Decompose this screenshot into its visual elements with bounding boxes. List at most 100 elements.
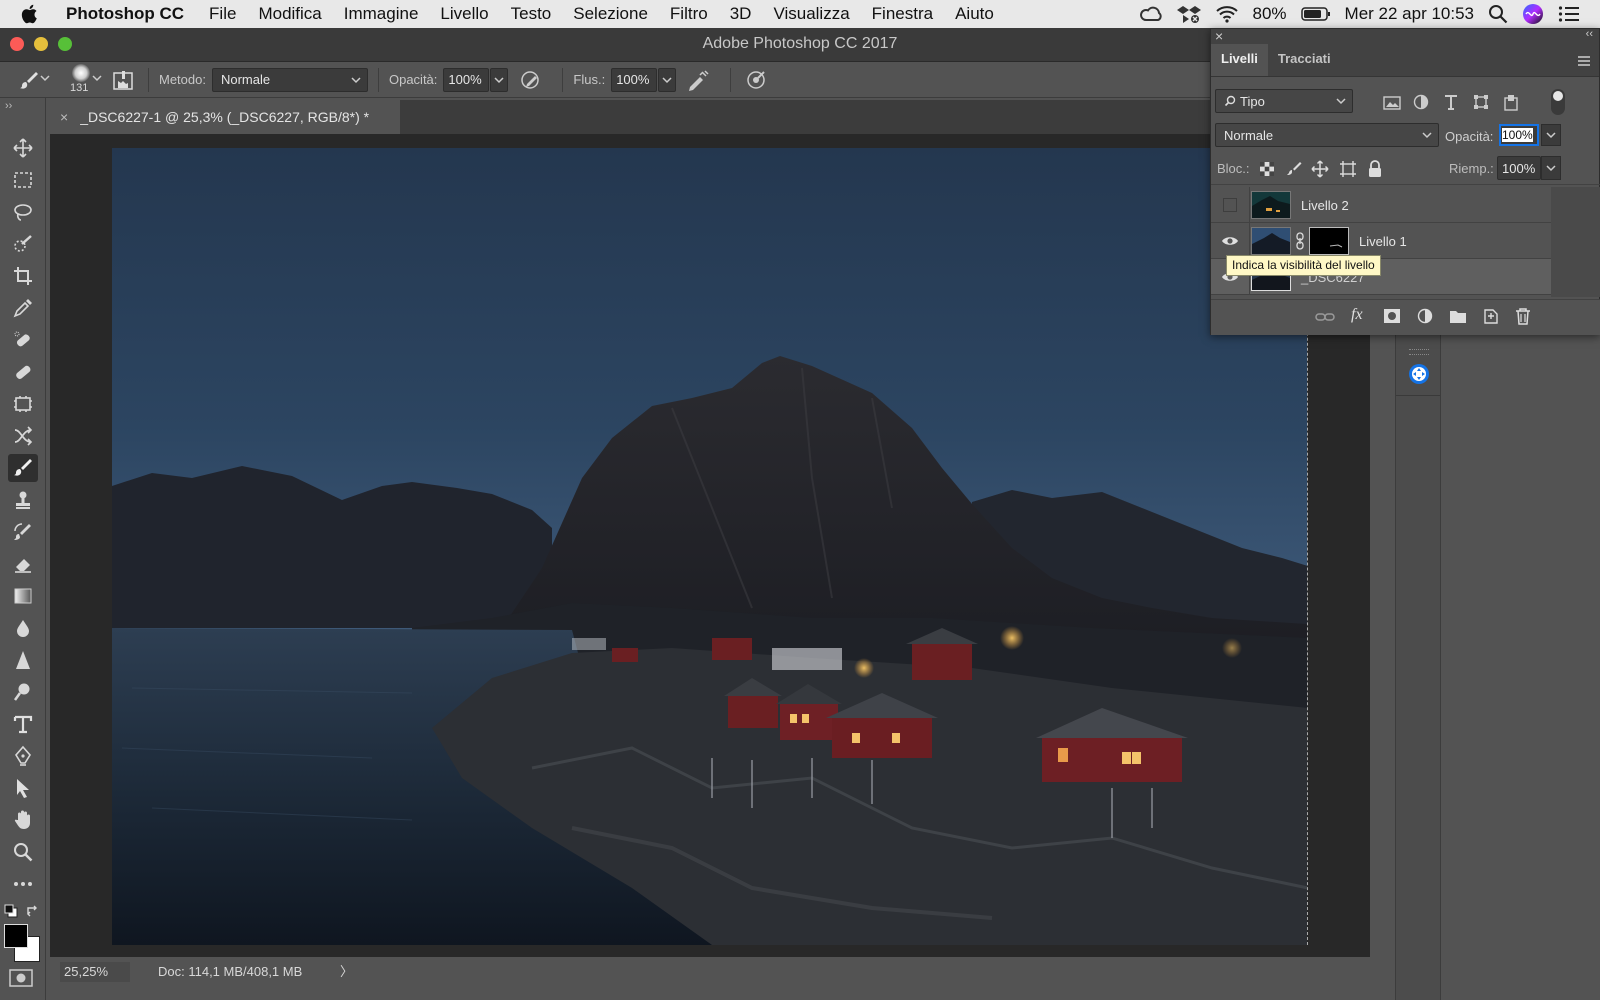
layer-mask-thumbnail[interactable] — [1309, 227, 1349, 255]
visibility-toggle-off[interactable] — [1223, 198, 1237, 212]
document-image[interactable] — [112, 148, 1308, 945]
battery-icon[interactable] — [1300, 6, 1331, 22]
menu-file[interactable]: File — [198, 4, 247, 24]
clock[interactable]: Mer 22 apr 10:53 — [1345, 4, 1474, 24]
status-menu-arrow[interactable]: 〉 — [340, 962, 353, 982]
menu-modifica[interactable]: Modifica — [247, 4, 332, 24]
zoom-level-field[interactable]: 25,25% — [60, 962, 130, 982]
path-selection-tool[interactable] — [8, 774, 38, 802]
lock-pixels-brush-icon[interactable] — [1285, 160, 1303, 178]
opacity-slider-toggle[interactable] — [490, 67, 509, 92]
add-mask-icon[interactable] — [1383, 308, 1401, 324]
new-layer-icon[interactable] — [1483, 308, 1499, 324]
dropbox-icon[interactable] — [1176, 4, 1201, 24]
clone-stamp-tool[interactable] — [8, 486, 38, 514]
layer-opacity-input[interactable]: 100% — [1499, 124, 1539, 146]
menu-finestra[interactable]: Finestra — [861, 4, 944, 24]
menu-testo[interactable]: Testo — [500, 4, 563, 24]
fx-icon[interactable]: fx — [1351, 306, 1363, 324]
default-colors-icon[interactable] — [4, 904, 18, 918]
menu-visualizza[interactable]: Visualizza — [762, 4, 860, 24]
type-tool[interactable] — [8, 710, 38, 738]
menu-immagine[interactable]: Immagine — [333, 4, 430, 24]
sharpen-tool[interactable] — [8, 646, 38, 674]
close-document-icon[interactable]: × — [60, 109, 68, 125]
canvas-area[interactable] — [50, 134, 1370, 957]
tab-livelli[interactable]: Livelli — [1211, 44, 1268, 76]
app-menu[interactable]: Photoshop CC — [58, 4, 198, 24]
layer-name[interactable]: Livello 1 — [1359, 234, 1407, 249]
lock-all-icon[interactable] — [1367, 160, 1383, 178]
lock-transparency-icon[interactable] — [1259, 161, 1275, 177]
history-brush-tool[interactable] — [8, 518, 38, 546]
lock-artboard-icon[interactable] — [1339, 160, 1357, 178]
blur-tool[interactable] — [8, 614, 38, 642]
pen-tool[interactable] — [8, 742, 38, 770]
fill-input[interactable]: 100% — [1497, 156, 1541, 180]
lock-position-icon[interactable] — [1311, 160, 1329, 178]
filter-type-icon[interactable] — [1443, 93, 1459, 111]
layer-row[interactable]: Livello 2 — [1211, 187, 1551, 223]
spot-healing-tool[interactable] — [8, 326, 38, 354]
trash-icon[interactable] — [1515, 307, 1531, 325]
apple-icon[interactable] — [0, 4, 58, 24]
blend-mode-dropdown[interactable]: Normale — [211, 67, 368, 92]
pressure-opacity-button[interactable] — [508, 69, 552, 91]
fill-slider-toggle[interactable] — [1541, 156, 1561, 180]
menu-selezione[interactable]: Selezione — [562, 4, 659, 24]
move-tool[interactable] — [8, 134, 38, 162]
tab-tracciati[interactable]: Tracciati — [1268, 44, 1341, 76]
layer-name[interactable]: Livello 2 — [1301, 198, 1349, 213]
quick-selection-tool[interactable] — [8, 230, 38, 258]
brush-tool[interactable] — [8, 454, 38, 482]
red-eye-tool[interactable] — [8, 422, 38, 450]
brush-panel-toggle[interactable] — [108, 62, 138, 98]
collapse-panel-icon[interactable]: ‹‹ — [1586, 28, 1593, 40]
swap-colors-icon[interactable] — [26, 904, 40, 918]
filter-smart-object-icon[interactable] — [1503, 93, 1519, 111]
filter-toggle-switch[interactable] — [1551, 89, 1565, 115]
zoom-tool[interactable] — [8, 838, 38, 866]
spotlight-search-icon[interactable] — [1488, 4, 1508, 24]
adjustment-layer-icon[interactable] — [1417, 308, 1433, 324]
edit-toolbar-button[interactable] — [8, 870, 38, 898]
menu-3d[interactable]: 3D — [719, 4, 763, 24]
link-layers-icon[interactable] — [1315, 310, 1335, 324]
menu-aiuto[interactable]: Aiuto — [944, 4, 1005, 24]
hand-tool[interactable] — [8, 806, 38, 834]
dock-grip[interactable] — [1409, 349, 1429, 355]
filter-adjustment-icon[interactable] — [1413, 94, 1429, 110]
panel-menu-icon[interactable] — [1577, 55, 1591, 67]
eyedropper-tool[interactable] — [8, 294, 38, 322]
dodge-tool[interactable] — [8, 678, 38, 706]
marquee-tool[interactable] — [8, 166, 38, 194]
airbrush-button[interactable] — [676, 69, 720, 91]
filter-shape-icon[interactable] — [1473, 94, 1489, 110]
content-aware-move-tool[interactable] — [8, 390, 38, 418]
creative-cloud-icon[interactable] — [1139, 5, 1163, 23]
layer-row[interactable]: Livello 1 — [1211, 223, 1551, 259]
pressure-size-button[interactable] — [741, 69, 771, 91]
layer-filter-kind-dropdown[interactable]: Tipo — [1215, 89, 1353, 113]
wifi-icon[interactable] — [1215, 5, 1239, 23]
siri-icon[interactable] — [1522, 3, 1544, 25]
document-tab[interactable]: × _DSC6227-1 @ 25,3% (_DSC6227, RGB/8*) … — [50, 100, 400, 134]
lasso-tool[interactable] — [8, 198, 38, 226]
foreground-color-swatch[interactable] — [4, 924, 28, 948]
notification-center-icon[interactable] — [1558, 5, 1580, 23]
menu-filtro[interactable]: Filtro — [659, 4, 719, 24]
close-panel-icon[interactable]: × — [1215, 28, 1223, 44]
opacity-input[interactable]: 100% — [443, 67, 490, 92]
mask-link-icon[interactable] — [1295, 232, 1305, 250]
layer-blend-mode-dropdown[interactable]: Normale — [1215, 123, 1439, 147]
tool-preset-picker[interactable] — [0, 62, 58, 98]
crop-tool[interactable] — [8, 262, 38, 290]
layer-opacity-slider-toggle[interactable] — [1541, 124, 1561, 146]
layers-scroll-track[interactable] — [1551, 187, 1600, 297]
flow-input[interactable]: 100% — [611, 67, 658, 92]
healing-brush-tool[interactable] — [8, 358, 38, 386]
quick-mask-button[interactable] — [8, 968, 38, 990]
flow-slider-toggle[interactable] — [658, 67, 677, 92]
eraser-tool[interactable] — [8, 550, 38, 578]
collapse-panel-icon[interactable]: ›› — [5, 100, 12, 112]
